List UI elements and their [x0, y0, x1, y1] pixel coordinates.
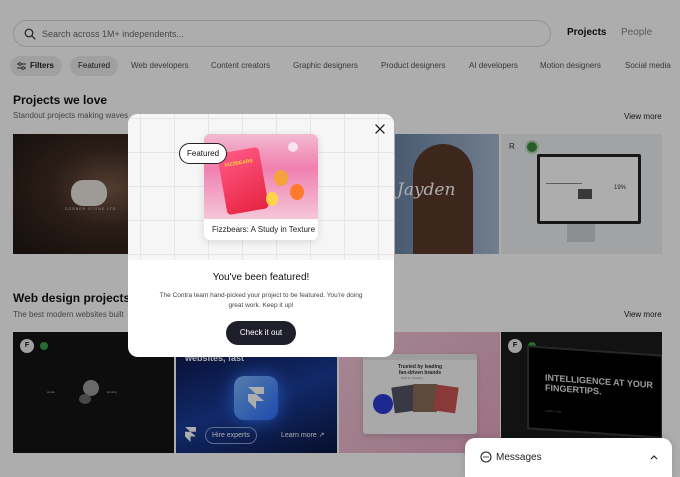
close-icon[interactable]	[374, 123, 386, 135]
bubble	[288, 142, 298, 152]
modal-title: You've been featured!	[212, 272, 310, 283]
chevron-up-icon[interactable]	[649, 453, 659, 461]
messages-dock[interactable]: Messages	[465, 438, 672, 477]
chat-bubble-icon	[480, 451, 492, 463]
modal-body: The Contra team hand-picked your project…	[159, 292, 363, 309]
gummy-bear	[266, 192, 278, 206]
gummy-bear	[274, 170, 288, 186]
featured-tag: Featured	[179, 143, 228, 164]
gummy-bear	[290, 184, 304, 200]
messages-label: Messages	[496, 452, 542, 463]
project-caption: Fizzbears: A Study in Texture	[212, 225, 316, 234]
check-it-out-button[interactable]: Check it out	[226, 321, 296, 345]
bag-label: FIZZBEARS	[224, 158, 254, 169]
featured-modal: FIZZBEARS Fizzbears: A Study in Texture …	[128, 114, 394, 357]
